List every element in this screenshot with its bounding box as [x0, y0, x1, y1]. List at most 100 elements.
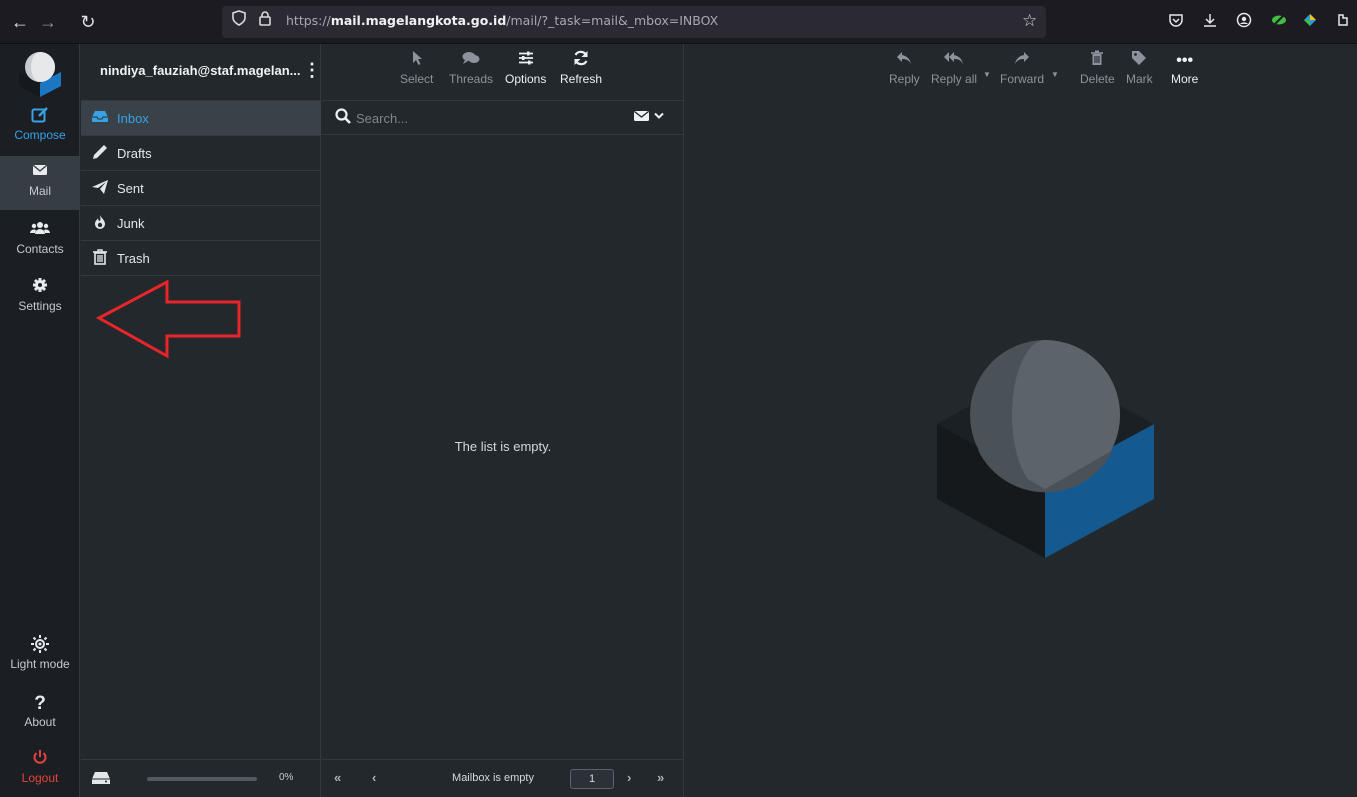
logout-button[interactable]: Logout	[0, 743, 80, 797]
paper-plane-icon	[90, 179, 110, 200]
trash-icon	[90, 249, 110, 270]
search-input[interactable]	[356, 107, 606, 129]
pocket-icon[interactable]	[1168, 12, 1184, 34]
browser-toolbar: ← → ↻ https://mail.magelangkota.go.id/ma…	[0, 0, 1357, 44]
search-bar	[322, 101, 684, 135]
inbox-icon	[90, 109, 110, 128]
account-email: nindiya_fauziah@staf.magelan...	[100, 63, 301, 78]
folder-label: Inbox	[117, 111, 149, 126]
select-label: Select	[400, 72, 434, 86]
compose-button[interactable]: Compose	[0, 100, 80, 154]
about-button[interactable]: ? About	[0, 687, 80, 741]
search-icon[interactable]	[335, 108, 351, 128]
contacts-button[interactable]: Contacts	[0, 214, 80, 268]
quota-percent: 0%	[279, 772, 294, 783]
folder-inbox[interactable]: Inbox	[81, 101, 321, 136]
forward-dropdown-icon[interactable]: ▼	[1051, 70, 1059, 79]
empty-list-message: The list is empty.	[454, 439, 552, 454]
reply-label: Reply	[889, 72, 920, 86]
extensions-menu-icon[interactable]	[1336, 12, 1350, 34]
folder-label: Trash	[117, 251, 150, 266]
refresh-button[interactable]: Refresh	[560, 50, 602, 86]
reply-all-icon	[931, 50, 977, 72]
reply-button[interactable]: Reply	[889, 50, 920, 86]
mail-label: Mail	[28, 184, 51, 198]
pencil-icon	[90, 144, 110, 165]
options-button[interactable]: Options	[505, 50, 546, 86]
forward-button[interactable]: Forward	[1000, 50, 1044, 86]
folder-trash[interactable]: Trash	[81, 241, 321, 276]
trash-icon	[1080, 50, 1115, 72]
delete-button[interactable]: Delete	[1080, 50, 1115, 86]
sliders-icon	[505, 50, 546, 72]
about-label: About	[24, 715, 56, 729]
folder-label: Drafts	[117, 146, 152, 161]
light-mode-label: Light mode	[10, 657, 70, 671]
compose-icon	[0, 106, 80, 128]
account-icon[interactable]	[1236, 12, 1252, 34]
bookmark-star-icon[interactable]: ☆	[1022, 9, 1037, 33]
settings-label: Settings	[18, 299, 62, 313]
contacts-label: Contacts	[16, 242, 64, 256]
next-page-icon[interactable]: ›	[627, 770, 631, 785]
page-number-input[interactable]: 1	[570, 769, 614, 789]
compose-label: Compose	[14, 128, 66, 142]
threads-label: Threads	[449, 72, 494, 86]
mailbox-status: Mailbox is empty	[452, 772, 534, 784]
threads-button[interactable]: Threads	[449, 50, 493, 86]
extension-eye-icon[interactable]	[1270, 12, 1288, 34]
reload-icon[interactable]: ↻	[74, 8, 102, 36]
url-text[interactable]: https://mail.magelangkota.go.id/mail/?_t…	[286, 13, 718, 28]
first-page-icon[interactable]: «	[334, 770, 341, 785]
task-rail: Compose Mail Contacts Settings Light mod…	[0, 44, 80, 797]
download-icon[interactable]	[1202, 12, 1218, 34]
refresh-label: Refresh	[560, 72, 603, 86]
ellipsis-icon: •••	[1176, 52, 1194, 69]
search-filter-dropdown[interactable]	[634, 109, 664, 126]
more-button[interactable]: ••• More	[1171, 50, 1198, 86]
hard-drive-icon	[91, 770, 111, 791]
reply-all-dropdown-icon[interactable]: ▼	[983, 70, 991, 79]
reply-all-button[interactable]: Reply all	[931, 50, 977, 86]
message-toolbar: Reply Reply all ▼ Forward ▼ Delete Mark …	[685, 44, 1357, 101]
pagination: « ‹ Mailbox is empty 1 › »	[322, 759, 684, 797]
back-icon[interactable]: ←	[6, 8, 34, 36]
logout-label: Logout	[21, 771, 59, 785]
fire-icon	[90, 214, 110, 235]
mail-button[interactable]: Mail	[0, 156, 80, 210]
settings-button[interactable]: Settings	[0, 271, 80, 325]
previous-page-icon[interactable]: ‹	[372, 770, 376, 785]
tracking-shield-icon[interactable]	[232, 10, 246, 34]
forward-nav-icon[interactable]: →	[34, 8, 62, 36]
mark-button[interactable]: Mark	[1126, 50, 1153, 86]
annotation-arrow	[95, 279, 241, 359]
folder-sent[interactable]: Sent	[81, 171, 321, 206]
folder-label: Junk	[117, 216, 145, 231]
options-label: Options	[505, 72, 547, 86]
quota-bar	[147, 777, 257, 781]
list-toolbar: Select Threads Options Refresh	[322, 44, 684, 101]
folder-pane: nindiya_fauziah@staf.magelan... ⋮ Inbox …	[81, 44, 321, 797]
roundcube-watermark-logo	[937, 340, 1154, 558]
url-bar[interactable]: https://mail.magelangkota.go.id/mail/?_t…	[222, 6, 1046, 38]
comments-icon	[449, 50, 493, 72]
url-domain: mail.magelangkota.go.id	[330, 13, 507, 28]
folder-junk[interactable]: Junk	[81, 206, 321, 241]
vertical-dots-icon[interactable]: ⋮	[303, 60, 321, 80]
cursor-icon	[400, 50, 433, 72]
lock-icon[interactable]	[258, 10, 272, 34]
url-prefix: https://	[286, 13, 331, 28]
folder-label: Sent	[117, 181, 144, 196]
folder-drafts[interactable]: Drafts	[81, 136, 321, 171]
power-icon	[0, 749, 80, 771]
light-mode-button[interactable]: Light mode	[0, 629, 80, 683]
last-page-icon[interactable]: »	[657, 770, 664, 785]
gear-icon	[0, 277, 80, 299]
users-icon	[0, 220, 80, 242]
select-button[interactable]: Select	[400, 50, 433, 86]
extension-diamond-icon[interactable]	[1302, 12, 1318, 34]
tag-icon	[1126, 50, 1153, 72]
roundcube-app: Compose Mail Contacts Settings Light mod…	[0, 44, 1357, 797]
quota-indicator: 0%	[81, 759, 321, 797]
sun-icon	[0, 635, 80, 657]
